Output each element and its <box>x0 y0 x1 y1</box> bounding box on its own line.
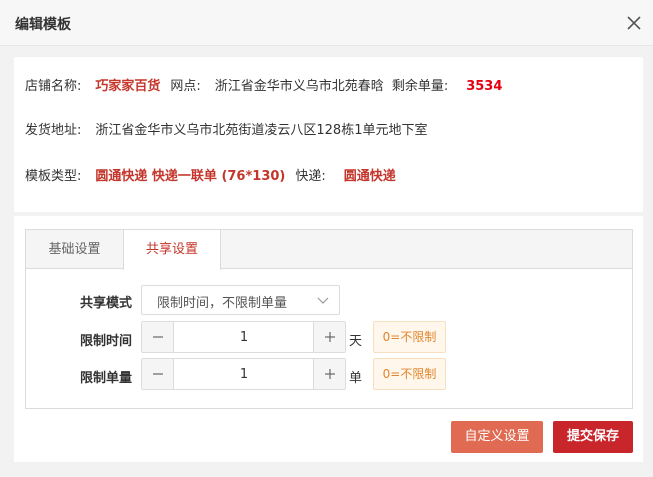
submit-save-button[interactable]: 提交保存 <box>553 421 633 453</box>
limit-count-hint-badge: 0=不限制 <box>373 358 446 390</box>
limit-time-stepper <box>141 321 346 353</box>
address-row: 发货地址: 浙江省金华市义乌市北苑街道凌云八区128栋1单元地下室 <box>25 121 427 141</box>
limit-time-plus-button[interactable] <box>313 322 345 352</box>
settings-card: 基础设置 共享设置 共享模式 限制时间，不限制单量 限制时间 天 <box>14 216 643 462</box>
shop-info-row: 店铺名称: 巧家家百货 网点: 浙江省金华市义乌市北苑春晗 剩余单量: 3534 <box>25 77 502 97</box>
dialog-title: 编辑模板 <box>15 17 71 33</box>
express-value: 圆通快递 <box>343 169 396 184</box>
remaining-value: 3534 <box>466 79 503 94</box>
limit-count-unit: 单 <box>349 371 363 386</box>
shop-name-value: 巧家家百货 <box>95 79 161 94</box>
limit-time-input[interactable] <box>175 322 313 352</box>
address-value: 浙江省金华市义乌市北苑街道凌云八区128栋1单元地下室 <box>95 123 428 138</box>
limit-count-plus-button[interactable] <box>313 359 345 389</box>
outlet-label: 网点: <box>170 79 201 94</box>
limit-count-minus-button[interactable] <box>142 359 174 389</box>
limit-count-stepper <box>141 358 346 390</box>
share-mode-label: 共享模式 <box>79 296 132 311</box>
template-type-value: 圆通快递 快递一联单 (76*130) <box>95 169 286 184</box>
shop-info-card: 店铺名称: 巧家家百货 网点: 浙江省金华市义乌市北苑春晗 剩余单量: 3534 发货地址… <box>14 57 643 212</box>
share-mode-value: 限制时间，不限制单量 <box>157 296 288 311</box>
remaining-label: 剩余单量: <box>391 79 449 94</box>
limit-time-hint-badge: 0=不限制 <box>373 321 446 353</box>
plus-icon <box>324 369 335 379</box>
outlet-value: 浙江省金华市义乌市北苑春晗 <box>214 79 384 94</box>
minus-icon <box>152 373 163 375</box>
address-label: 发货地址: <box>25 123 82 138</box>
close-icon <box>627 16 641 30</box>
limit-time-unit: 天 <box>349 334 363 349</box>
close-button[interactable] <box>623 12 645 34</box>
tabs-panel: 基础设置 共享设置 共享模式 限制时间，不限制单量 限制时间 天 <box>25 229 633 409</box>
limit-time-label: 限制时间 <box>79 334 132 349</box>
minus-icon <box>152 336 163 338</box>
custom-settings-button[interactable]: 自定义设置 <box>451 421 543 453</box>
share-mode-select[interactable]: 限制时间，不限制单量 <box>141 285 340 315</box>
tab-share-settings[interactable]: 共享设置 <box>123 230 221 270</box>
limit-time-minus-button[interactable] <box>142 322 174 352</box>
dialog-header: 编辑模板 <box>0 0 653 46</box>
tab-basic-settings[interactable]: 基础设置 <box>26 230 123 269</box>
tab-bar: 基础设置 共享设置 <box>26 230 632 270</box>
limit-count-input[interactable] <box>175 359 313 389</box>
limit-count-label: 限制单量 <box>79 371 132 386</box>
edit-template-dialog: 编辑模板 店铺名称: 巧家家百货 网点: 浙江省金华市义乌市北苑春晗 剩余单量: 3534… <box>0 0 653 477</box>
chevron-down-icon <box>317 297 329 304</box>
template-type-label: 模板类型: <box>25 169 82 184</box>
express-label: 快递: <box>295 169 326 184</box>
template-type-row: 模板类型: 圆通快递 快递一联单 (76*130) 快递: 圆通快递 <box>25 167 396 187</box>
shop-name-label: 店铺名称: <box>25 79 82 94</box>
plus-icon <box>324 332 335 342</box>
